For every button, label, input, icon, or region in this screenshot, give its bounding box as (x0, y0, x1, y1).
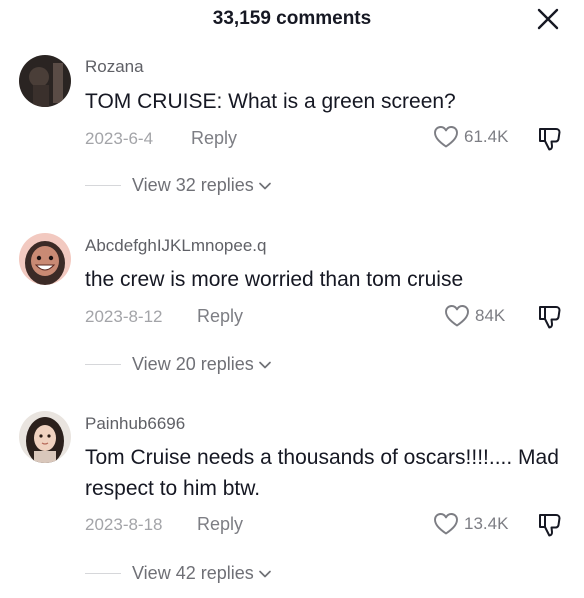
chevron-down-icon (258, 570, 271, 577)
like-button[interactable]: 13.4K (433, 512, 508, 536)
comment-username[interactable]: Painhub6696 (85, 414, 185, 434)
heart-icon (434, 513, 458, 535)
like-count: 84K (475, 306, 506, 325)
thumbs-down-icon[interactable] (537, 126, 563, 152)
like-button[interactable]: 84K (444, 304, 505, 328)
comments-count-title: 33,159 comments (212, 8, 372, 29)
like-count: 61.4K (464, 127, 509, 146)
heart-icon (434, 126, 458, 148)
divider (85, 364, 121, 365)
comment-date: 2023-8-12 (85, 307, 163, 326)
close-icon[interactable] (535, 6, 561, 32)
view-replies-label: View 32 replies (132, 175, 254, 195)
chevron-down-icon (258, 361, 271, 368)
thumbs-down-icon[interactable] (537, 304, 563, 330)
comment-username[interactable]: Rozana (85, 57, 144, 77)
comment-date: 2023-8-18 (85, 515, 163, 534)
comment-text: the crew is more worried than tom cruise (85, 268, 464, 291)
reply-button[interactable]: Reply (197, 514, 243, 535)
view-replies-label: View 20 replies (132, 354, 254, 374)
view-replies-button[interactable]: View 20 replies (85, 354, 272, 375)
view-replies-button[interactable]: View 32 replies (85, 175, 272, 196)
heart-icon (445, 305, 469, 327)
avatar[interactable] (19, 233, 71, 285)
reply-button[interactable]: Reply (197, 306, 243, 327)
comments-header: 33,159 comments (0, 0, 584, 40)
comment-date: 2023-6-4 (85, 129, 154, 148)
comment-username[interactable]: AbcdefghIJKLmnopee.q (85, 236, 266, 256)
view-replies-button[interactable]: View 42 replies (85, 563, 272, 584)
avatar[interactable] (19, 55, 71, 107)
view-replies-label: View 42 replies (132, 563, 254, 583)
divider (85, 573, 121, 574)
comment-text: Tom Cruise needs a thousands of oscars!!… (85, 446, 559, 500)
divider (85, 185, 121, 186)
comment-text: TOM CRUISE: What is a green screen? (85, 90, 456, 113)
thumbs-down-icon[interactable] (537, 512, 563, 538)
like-button[interactable]: 61.4K (433, 125, 508, 149)
chevron-down-icon (258, 182, 271, 189)
avatar[interactable] (19, 411, 71, 463)
like-count: 13.4K (464, 514, 509, 533)
reply-button[interactable]: Reply (191, 128, 237, 149)
